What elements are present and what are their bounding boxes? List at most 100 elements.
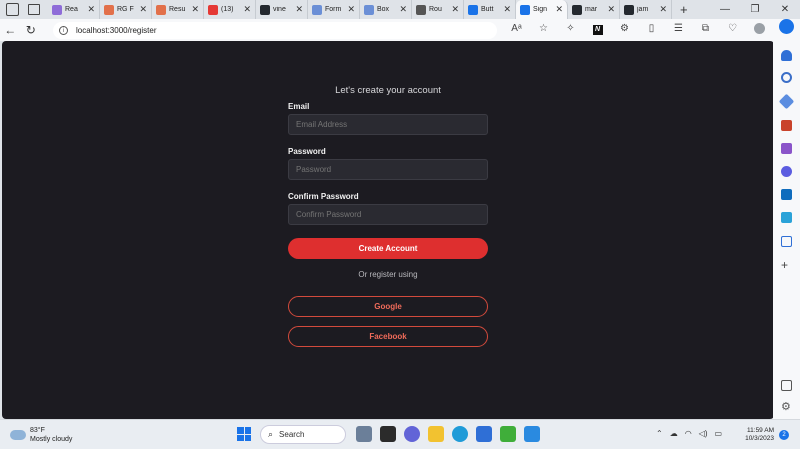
browser-tab[interactable]: RG F ✕ — [100, 0, 152, 19]
close-window-button[interactable]: ✕ — [770, 4, 800, 15]
tab-actions-icon[interactable] — [28, 4, 40, 15]
search-icon[interactable] — [781, 72, 792, 83]
teams-chat-icon[interactable] — [404, 426, 420, 442]
tab-title: Resu — [169, 6, 186, 13]
browser-tab[interactable]: Rea ✕ — [48, 0, 100, 19]
tab-close-icon[interactable]: ✕ — [191, 4, 199, 15]
shopping-tag-icon[interactable] — [778, 93, 795, 110]
password-input[interactable] — [288, 159, 488, 180]
edge-browser-icon[interactable] — [452, 426, 468, 442]
new-tab-button[interactable]: + — [680, 2, 688, 17]
wifi-icon[interactable]: ◠ — [685, 429, 692, 438]
browser-tab[interactable]: jam ✕ — [620, 0, 672, 19]
clock-date: 10/3/2023 — [745, 435, 774, 442]
tab-close-icon[interactable]: ✕ — [555, 4, 563, 15]
mail-icon[interactable] — [476, 426, 492, 442]
url-field[interactable]: i localhost:3000/register — [53, 21, 497, 39]
extension-icon[interactable]: ✧ — [557, 23, 584, 37]
split-screen-icon[interactable]: ▯ — [638, 23, 665, 37]
widgets-app-icon[interactable] — [356, 426, 372, 442]
weather-temperature: 83°F — [30, 427, 45, 434]
minimize-button[interactable]: — — [710, 4, 740, 15]
taskbar-search[interactable]: ⌕ Search — [260, 425, 346, 444]
extensions-puzzle-icon[interactable]: ⚙ — [611, 23, 638, 37]
browser-tab[interactable]: Form ✕ — [308, 0, 360, 19]
browser-tab[interactable]: vine ✕ — [256, 0, 308, 19]
tab-close-icon[interactable]: ✕ — [451, 4, 459, 15]
notification-badge[interactable]: 2 — [779, 430, 789, 440]
taskbar-search-label: Search — [279, 430, 305, 439]
confirm-password-label: Confirm Password — [288, 192, 359, 201]
refresh-button[interactable]: ↻ — [21, 23, 42, 37]
email-input[interactable] — [288, 114, 488, 135]
tab-favicon-icon — [520, 4, 530, 15]
file-explorer-icon[interactable] — [428, 426, 444, 442]
tab-close-icon[interactable]: ✕ — [659, 4, 667, 15]
volume-icon[interactable]: ◁) — [699, 429, 708, 438]
outlook-icon[interactable] — [781, 189, 792, 200]
form-heading: Let's create your account — [335, 85, 441, 96]
tab-close-icon[interactable]: ✕ — [139, 4, 147, 15]
weather-widget[interactable]: 83°F Mostly cloudy — [10, 426, 72, 444]
browser-tab[interactable]: Resu ✕ — [152, 0, 204, 19]
tab-title: RG F — [117, 6, 134, 13]
drop-icon[interactable] — [781, 212, 792, 223]
tools-briefcase-icon[interactable] — [781, 120, 792, 131]
tab-favicon-icon — [104, 4, 114, 15]
profile-avatar[interactable] — [746, 23, 773, 37]
clock-time: 11:59 AM — [747, 427, 774, 434]
hide-sidebar-icon[interactable] — [781, 380, 792, 391]
register-using-text: Or register using — [358, 270, 418, 279]
clipboard-icon[interactable] — [781, 236, 792, 247]
taskbar-clock[interactable]: 11:59 AM 10/3/2023 — [740, 427, 774, 443]
weather-condition: Mostly cloudy — [30, 436, 73, 443]
tab-favicon-icon — [364, 4, 374, 15]
games-icon[interactable] — [781, 143, 792, 154]
tab-favicon-icon — [468, 4, 478, 15]
cloud-icon — [10, 430, 26, 440]
notifications-bell-icon[interactable] — [781, 50, 792, 61]
restore-button[interactable]: ❐ — [740, 4, 770, 15]
tab-close-icon[interactable]: ✕ — [399, 4, 407, 15]
browser-tab[interactable]: mar ✕ — [568, 0, 620, 19]
confirm-password-input[interactable] — [288, 204, 488, 225]
collections-icon[interactable]: ⧉ — [692, 23, 719, 37]
tab-title: Box — [377, 6, 390, 13]
site-info-icon[interactable]: i — [59, 25, 68, 35]
sidebar-settings-gear-icon[interactable]: ⚙ — [781, 402, 792, 413]
browser-tab[interactable]: Butt ✕ — [464, 0, 516, 19]
browser-essentials-icon[interactable]: ♡ — [719, 23, 746, 37]
tab-close-icon[interactable]: ✕ — [87, 4, 95, 15]
back-button[interactable]: ← — [0, 23, 21, 37]
browser-tab[interactable]: Sign ✕ — [516, 0, 568, 19]
add-sidebar-app-icon[interactable]: + — [781, 259, 792, 271]
browser-tab[interactable]: (13) ✕ — [204, 0, 256, 19]
facebook-button[interactable]: Facebook — [288, 326, 488, 347]
store-icon[interactable] — [500, 426, 516, 442]
battery-icon[interactable]: ▭ — [715, 429, 723, 438]
notion-extension-icon[interactable]: N — [584, 23, 611, 37]
copilot-icon[interactable] — [779, 19, 794, 34]
tab-favicon-icon — [312, 4, 322, 15]
file-icon[interactable] — [380, 426, 396, 442]
create-account-button[interactable]: Create Account — [288, 238, 488, 259]
tab-close-icon[interactable]: ✕ — [607, 4, 615, 15]
tab-favicon-icon — [260, 4, 270, 15]
favorites-icon[interactable]: ☰ — [665, 23, 692, 37]
browser-tab[interactable]: Rou ✕ — [412, 0, 464, 19]
microsoft-365-icon[interactable] — [781, 166, 792, 177]
chevron-up-icon[interactable]: ⌃ — [656, 429, 663, 438]
tab-title: Butt — [481, 6, 494, 13]
favorite-star-icon[interactable]: ☆ — [530, 23, 557, 37]
cloud-sync-icon[interactable]: ☁ — [670, 429, 678, 438]
tab-close-icon[interactable]: ✕ — [295, 4, 303, 15]
vscode-icon[interactable] — [524, 426, 540, 442]
browser-tab[interactable]: Box ✕ — [360, 0, 412, 19]
tab-close-icon[interactable]: ✕ — [503, 4, 511, 15]
windows-start-button[interactable] — [237, 427, 251, 441]
read-aloud-icon[interactable]: Aᵃ — [503, 23, 530, 37]
tab-close-icon[interactable]: ✕ — [347, 4, 355, 15]
tab-close-icon[interactable]: ✕ — [243, 4, 251, 15]
google-button[interactable]: Google — [288, 296, 488, 317]
workspaces-icon[interactable] — [6, 3, 19, 16]
